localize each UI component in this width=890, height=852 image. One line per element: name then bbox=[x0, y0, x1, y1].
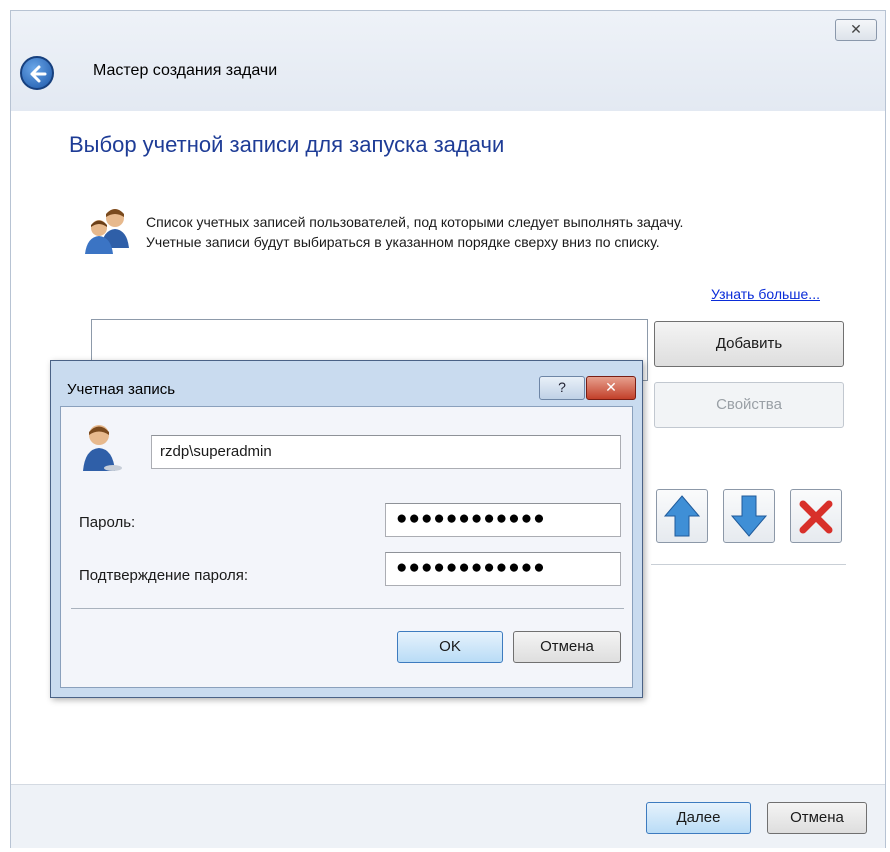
password-label: Пароль: bbox=[79, 514, 136, 531]
username-field[interactable]: rzdp\superadmin bbox=[151, 435, 621, 469]
delete-button[interactable] bbox=[790, 489, 842, 543]
dialog-cancel-button[interactable]: Отмена bbox=[513, 631, 621, 663]
back-arrow-icon bbox=[30, 65, 47, 83]
password-mask: ●●●●●●●●●●●● bbox=[396, 508, 546, 529]
confirm-password-label: Подтверждение пароля: bbox=[79, 567, 249, 584]
move-up-button[interactable] bbox=[656, 489, 708, 543]
delete-x-icon bbox=[799, 500, 833, 534]
arrow-up-icon bbox=[663, 495, 701, 537]
back-button[interactable] bbox=[20, 56, 54, 90]
arrow-down-icon bbox=[730, 495, 768, 537]
ok-button[interactable]: OK bbox=[397, 631, 503, 663]
help-button[interactable]: ? bbox=[539, 376, 585, 400]
wizard-title: Мастер создания задачи bbox=[93, 62, 278, 79]
dialog-close-button[interactable]: ✕ bbox=[586, 376, 636, 400]
password-field[interactable]: ●●●●●●●●●●●● bbox=[385, 503, 621, 537]
description-line-1: Список учетных записей пользователей, по… bbox=[146, 214, 684, 230]
users-icon bbox=[85, 209, 129, 254]
user-icon bbox=[83, 425, 122, 471]
learn-more-link[interactable]: Узнать больше... bbox=[711, 286, 820, 302]
wizard-cancel-button[interactable]: Отмена bbox=[767, 802, 867, 834]
next-button[interactable]: Далее bbox=[646, 802, 751, 834]
add-button[interactable]: Добавить bbox=[654, 321, 844, 367]
wizard-header bbox=[11, 11, 885, 111]
page-title: Выбор учетной записи для запуска задачи bbox=[69, 132, 505, 157]
confirm-password-field[interactable]: ●●●●●●●●●●●● bbox=[385, 552, 621, 586]
account-dialog: Учетная запись ? ✕ rzdp\superadmin Парол… bbox=[50, 360, 643, 698]
divider bbox=[651, 564, 846, 565]
dialog-body: rzdp\superadmin Пароль: ●●●●●●●●●●●● Под… bbox=[60, 406, 633, 688]
wizard-footer bbox=[11, 784, 885, 848]
properties-button[interactable]: Свойства bbox=[654, 382, 844, 428]
description-line-2: Учетные записи будут выбираться в указан… bbox=[146, 234, 660, 250]
close-button[interactable]: ✕ bbox=[835, 19, 877, 41]
dialog-divider bbox=[71, 608, 624, 609]
confirm-password-mask: ●●●●●●●●●●●● bbox=[396, 557, 546, 578]
move-down-button[interactable] bbox=[723, 489, 775, 543]
dialog-title: Учетная запись bbox=[67, 381, 176, 398]
